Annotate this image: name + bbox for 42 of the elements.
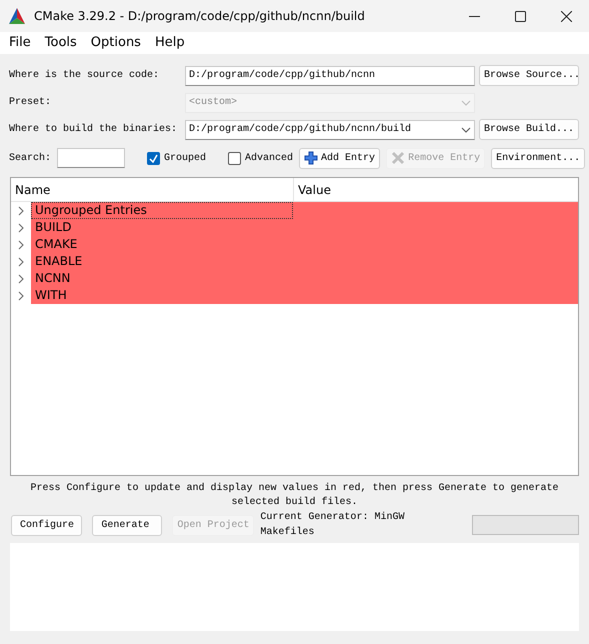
menu-item[interactable]: Help (148, 33, 192, 53)
menu-item[interactable]: Options (84, 33, 148, 53)
chevron-icon[interactable] (17, 240, 25, 250)
checkmark-icon[interactable] (149, 154, 158, 162)
search-label: Search: (9, 152, 52, 166)
combo-box[interactable]: D:/program/code/cpp/github/ncnn/build (185, 120, 475, 140)
action-button[interactable]: Configure (11, 514, 82, 536)
chevron-icon[interactable] (17, 222, 25, 232)
x-icon (391, 151, 406, 165)
status-message: Press Configure to update and display new values in red, then press Generate to generate selected build files. (29, 482, 560, 510)
tree-row[interactable]: Ungrouped Entries (31, 202, 578, 219)
action-button[interactable]: Generate (92, 514, 162, 536)
checkbox[interactable]: Advanced (228, 150, 294, 166)
plus-icon (304, 151, 318, 165)
generator-label: Current Generator: MinGW Makefiles (260, 510, 406, 540)
checkbox[interactable]: Grouped (147, 150, 206, 166)
field-label: Where is the source code: (9, 68, 160, 83)
app-logo-icon (8, 7, 26, 25)
chevron-icon[interactable] (17, 206, 25, 216)
maximize-icon[interactable] (514, 10, 526, 22)
column-header[interactable]: Name (11, 178, 293, 201)
chevron-icon[interactable] (17, 290, 25, 300)
chevron-icon[interactable] (17, 256, 25, 266)
input-field[interactable]: D:/program/code/cpp/github/ncnn (185, 66, 475, 86)
tree-row[interactable]: BUILD (31, 219, 578, 236)
tree-row[interactable]: NCNN (31, 270, 578, 287)
toolbar-button[interactable]: Environment... (491, 148, 586, 168)
search-field[interactable] (57, 148, 126, 168)
field-label: Where to build the binaries: (9, 122, 178, 137)
tree-row[interactable]: ENABLE (31, 253, 578, 270)
toolbar-button[interactable]: Add Entry (299, 148, 380, 168)
close-icon[interactable] (560, 10, 572, 22)
field-label: Preset: (9, 96, 52, 110)
window-title: CMake 3.29.2 - D:/program/code/cpp/github/ncnn/build (34, 8, 366, 25)
menu-item[interactable]: Tools (38, 33, 84, 53)
browse-button[interactable]: Browse Build... (479, 119, 579, 140)
tree-row[interactable]: WITH (31, 287, 578, 304)
menu-item[interactable]: File (2, 33, 38, 53)
tree-row[interactable]: CMAKE (31, 236, 578, 253)
chevron-icon[interactable] (17, 274, 25, 284)
browse-button[interactable]: Browse Source... (479, 65, 579, 86)
column-header[interactable]: Value (293, 178, 578, 201)
